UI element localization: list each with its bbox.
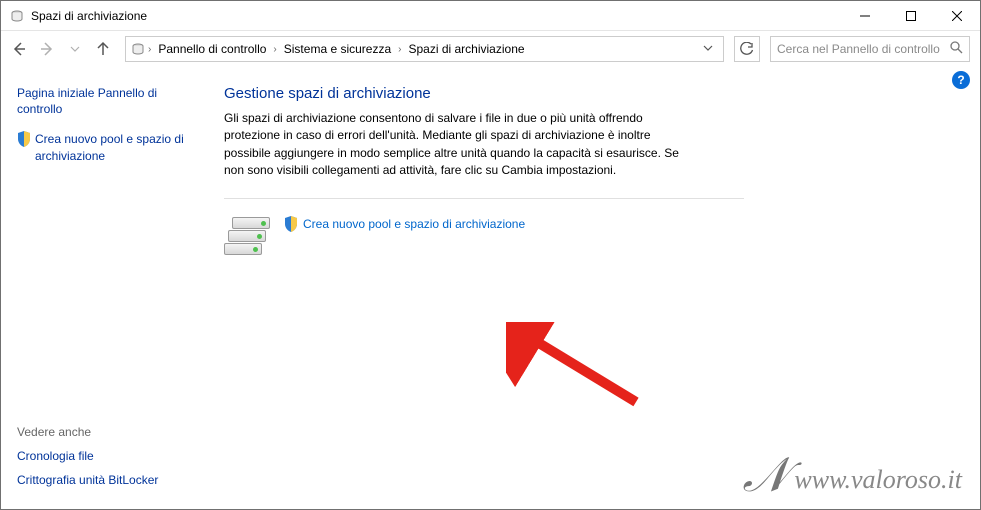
main-panel: ? Gestione spazi di archiviazione Gli sp… (206, 67, 980, 509)
address-dropdown[interactable] (697, 42, 719, 56)
maximize-button[interactable] (888, 1, 934, 30)
minimize-button[interactable] (842, 1, 888, 30)
forward-button[interactable] (35, 37, 59, 61)
sidebar-link-label: Crea nuovo pool e spazio di archiviazion… (35, 131, 194, 163)
navigation-bar: › Pannello di controllo › Sistema e sicu… (1, 31, 980, 67)
search-input[interactable]: Cerca nel Pannello di controllo (770, 36, 970, 62)
storage-drives-icon (224, 213, 270, 259)
create-pool-link[interactable]: Crea nuovo pool e spazio di archiviazion… (284, 216, 525, 232)
address-bar[interactable]: › Pannello di controllo › Sistema e sicu… (125, 36, 724, 62)
help-icon[interactable]: ? (952, 71, 970, 89)
divider (224, 198, 744, 199)
chevron-right-icon[interactable]: › (146, 44, 153, 55)
page-heading: Gestione spazi di archiviazione (224, 85, 956, 102)
sidebar-link-file-history[interactable]: Cronologia file (17, 449, 194, 463)
window-controls (842, 1, 980, 30)
window-title: Spazi di archiviazione (31, 9, 842, 23)
sidebar-link-label: Pagina iniziale Pannello di controllo (17, 85, 194, 117)
recent-dropdown[interactable] (63, 37, 87, 61)
chevron-right-icon[interactable]: › (396, 44, 403, 55)
sidebar: Pagina iniziale Pannello di controllo Cr… (1, 67, 206, 509)
page-description: Gli spazi di archiviazione consentono di… (224, 110, 699, 180)
shield-icon (284, 216, 298, 232)
storage-spaces-addr-icon (130, 41, 146, 57)
breadcrumb-item[interactable]: Sistema e sicurezza (279, 42, 396, 56)
sidebar-link-control-panel-home[interactable]: Pagina iniziale Pannello di controllo (17, 85, 194, 117)
close-button[interactable] (934, 1, 980, 30)
chevron-right-icon[interactable]: › (271, 44, 278, 55)
create-pool-link-label: Crea nuovo pool e spazio di archiviazion… (303, 217, 525, 231)
sidebar-link-create-pool[interactable]: Crea nuovo pool e spazio di archiviazion… (17, 131, 194, 163)
see-also-heading: Vedere anche (17, 425, 194, 439)
back-button[interactable] (7, 37, 31, 61)
watermark-monogram: 𝒩 (742, 457, 788, 495)
shield-icon (17, 131, 31, 147)
annotation-arrow (506, 322, 646, 412)
breadcrumb-item[interactable]: Spazi di archiviazione (403, 42, 529, 56)
search-icon (950, 41, 963, 57)
up-button[interactable] (91, 37, 115, 61)
watermark-text: www.valoroso.it (794, 465, 962, 495)
content-area: Pagina iniziale Pannello di controllo Cr… (1, 67, 980, 509)
create-pool-row: Crea nuovo pool e spazio di archiviazion… (224, 213, 956, 259)
storage-spaces-title-icon (9, 8, 25, 24)
watermark: 𝒩 www.valoroso.it (742, 457, 962, 495)
titlebar: Spazi di archiviazione (1, 1, 980, 31)
refresh-button[interactable] (734, 36, 760, 62)
sidebar-link-bitlocker[interactable]: Crittografia unità BitLocker (17, 473, 194, 487)
breadcrumb-item[interactable]: Pannello di controllo (153, 42, 271, 56)
search-placeholder: Cerca nel Pannello di controllo (777, 42, 950, 56)
